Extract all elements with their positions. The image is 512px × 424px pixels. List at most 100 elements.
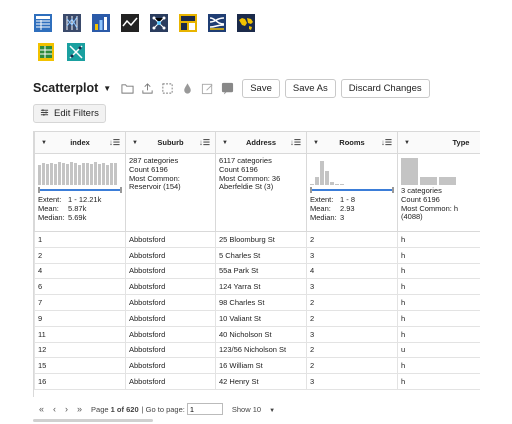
histogram[interactable] — [38, 157, 122, 185]
upload-icon[interactable] — [140, 81, 154, 95]
table-cell[interactable]: 3 — [306, 246, 398, 264]
table-cell[interactable]: Abbotsford — [125, 262, 216, 280]
table-row[interactable]: 15 Abbotsford 16 William St 2 h — [34, 357, 480, 375]
column-header-0[interactable]: ▼ index ↓☰ — [34, 131, 126, 154]
table-row[interactable]: 6 Abbotsford 124 Yarra St 3 h — [34, 278, 480, 296]
column-header-2[interactable]: ▼ Address ↓☰ — [215, 131, 307, 154]
next-page-icon[interactable]: › — [65, 404, 68, 414]
table-cell[interactable]: h — [397, 246, 480, 264]
table-cell[interactable]: 2 — [306, 231, 398, 248]
histogram[interactable] — [310, 157, 394, 185]
page-size-select[interactable]: Show 10 ▼ — [232, 405, 275, 414]
table-cell[interactable]: Abbotsford — [125, 294, 216, 311]
table-cell[interactable]: h — [397, 357, 480, 375]
table-cell[interactable]: 3 — [306, 325, 398, 343]
column-header-4[interactable]: ▼Type↓☰ — [397, 131, 480, 154]
chevron-down-icon[interactable]: ▼ — [404, 140, 410, 146]
table-cell[interactable]: 55a Park St — [215, 262, 307, 280]
table-cell[interactable]: h — [397, 278, 480, 296]
table-cell[interactable]: h — [397, 294, 480, 311]
save-as-button[interactable]: Save As — [284, 78, 336, 98]
last-page-icon[interactable]: » — [77, 404, 82, 414]
edit-filters-button[interactable]: Edit Filters — [33, 104, 106, 123]
table-cell[interactable]: 123/56 Nicholson St — [215, 341, 307, 359]
range-handle-max[interactable] — [392, 187, 394, 193]
table-cell[interactable]: Abbotsford — [125, 325, 216, 343]
save-button[interactable]: Save — [242, 78, 280, 98]
range-handle-max[interactable] — [120, 187, 122, 193]
table-cell[interactable]: Abbotsford — [125, 309, 216, 327]
sankey-icon[interactable] — [207, 13, 227, 33]
range-slider[interactable] — [38, 187, 122, 193]
range-slider[interactable] — [310, 187, 394, 193]
table-row[interactable]: 9 Abbotsford 10 Valiant St 2 h — [34, 309, 480, 327]
table-cell[interactable]: 124 Yarra St — [215, 278, 307, 296]
histogram[interactable] — [401, 157, 480, 185]
goto-page-input[interactable] — [186, 403, 223, 415]
table-cell[interactable]: 2 — [306, 357, 398, 375]
table-cell[interactable]: 2 — [306, 341, 398, 359]
table-cell[interactable]: 5 Charles St — [215, 246, 307, 264]
chevron-down-icon[interactable]: ▼ — [132, 140, 138, 146]
bar-chart-icon[interactable] — [91, 13, 111, 33]
notification-icon[interactable] — [220, 81, 234, 95]
table-cell[interactable]: 11 — [34, 325, 126, 343]
table-cell[interactable]: h — [397, 373, 480, 390]
sort-icon[interactable]: ↓☰ — [199, 138, 210, 147]
table-row[interactable]: 16 Abbotsford 42 Henry St 3 h — [34, 373, 480, 390]
table-cell[interactable]: 42 Henry St — [215, 373, 307, 390]
table-cell[interactable]: 3 — [306, 373, 398, 390]
table-cell[interactable]: 9 — [34, 309, 126, 327]
table-row[interactable]: 11 Abbotsford 40 Nicholson St 3 h — [34, 325, 480, 343]
table-row[interactable]: 7 Abbotsford 98 Charles St 2 h — [34, 294, 480, 311]
color-drop-icon[interactable] — [180, 81, 194, 95]
table-cell[interactable]: Abbotsford — [125, 341, 216, 359]
table-cell[interactable]: Abbotsford — [125, 373, 216, 390]
chevron-down-icon[interactable]: ▼ — [41, 140, 47, 146]
parallel-coordinates-icon[interactable] — [62, 13, 82, 33]
column-header-1[interactable]: ▼ Suburb ↓☰ — [125, 131, 216, 154]
line-chart-icon[interactable] — [120, 13, 140, 33]
table-cell[interactable]: 15 — [34, 357, 126, 375]
table-cell[interactable]: 16 William St — [215, 357, 307, 375]
table-cell[interactable]: 4 — [34, 262, 126, 280]
table-cell[interactable]: h — [397, 262, 480, 280]
network-icon[interactable] — [149, 13, 169, 33]
dashboard-icon[interactable] — [178, 13, 198, 33]
table-cell[interactable]: h — [397, 309, 480, 327]
sort-icon[interactable]: ↓☰ — [381, 138, 392, 147]
column-header-3[interactable]: ▼ Rooms ↓☰ — [306, 131, 398, 154]
table-cell[interactable]: 4 — [306, 262, 398, 280]
table-cell[interactable]: h — [397, 231, 480, 248]
table-row[interactable]: 2 Abbotsford 5 Charles St 3 h — [34, 246, 480, 264]
table-cell[interactable]: Abbotsford — [125, 246, 216, 264]
table-cell[interactable]: h — [397, 325, 480, 343]
viz-type-dropdown[interactable]: Scatterplot ▼ — [33, 81, 111, 95]
table-row[interactable]: 12 Abbotsford 123/56 Nicholson St 2 u — [34, 341, 480, 359]
table-row[interactable]: 1 Abbotsford 25 Bloomburg St 2 h — [34, 231, 480, 248]
folder-icon[interactable] — [120, 81, 134, 95]
sort-icon[interactable]: ↓☰ — [290, 138, 301, 147]
table-cell[interactable]: 1 — [34, 231, 126, 248]
table-cell[interactable]: 3 — [306, 278, 398, 296]
table-cell[interactable]: 40 Nicholson St — [215, 325, 307, 343]
table-cell[interactable]: u — [397, 341, 480, 359]
table-cell[interactable]: 2 — [34, 246, 126, 264]
table-cell[interactable]: Abbotsford — [125, 357, 216, 375]
range-handle-min[interactable] — [310, 187, 312, 193]
table-cell[interactable]: 12 — [34, 341, 126, 359]
first-page-icon[interactable]: « — [39, 404, 44, 414]
world-map-icon[interactable] — [236, 13, 256, 33]
table-cell[interactable]: 7 — [34, 294, 126, 311]
table-cell[interactable]: 10 Valiant St — [215, 309, 307, 327]
table-cell[interactable]: 2 — [306, 309, 398, 327]
table-cell[interactable]: 16 — [34, 373, 126, 390]
chevron-down-icon[interactable]: ▼ — [222, 140, 228, 146]
table-row[interactable]: 4 Abbotsford 55a Park St 4 h — [34, 262, 480, 280]
table-cell[interactable]: Abbotsford — [125, 278, 216, 296]
horizontal-scrollbar[interactable] — [33, 419, 153, 422]
range-handle-min[interactable] — [38, 187, 40, 193]
edit-icon[interactable] — [200, 81, 214, 95]
table-cell[interactable]: 25 Bloomburg St — [215, 231, 307, 248]
scatter-tool-icon[interactable] — [66, 42, 86, 62]
